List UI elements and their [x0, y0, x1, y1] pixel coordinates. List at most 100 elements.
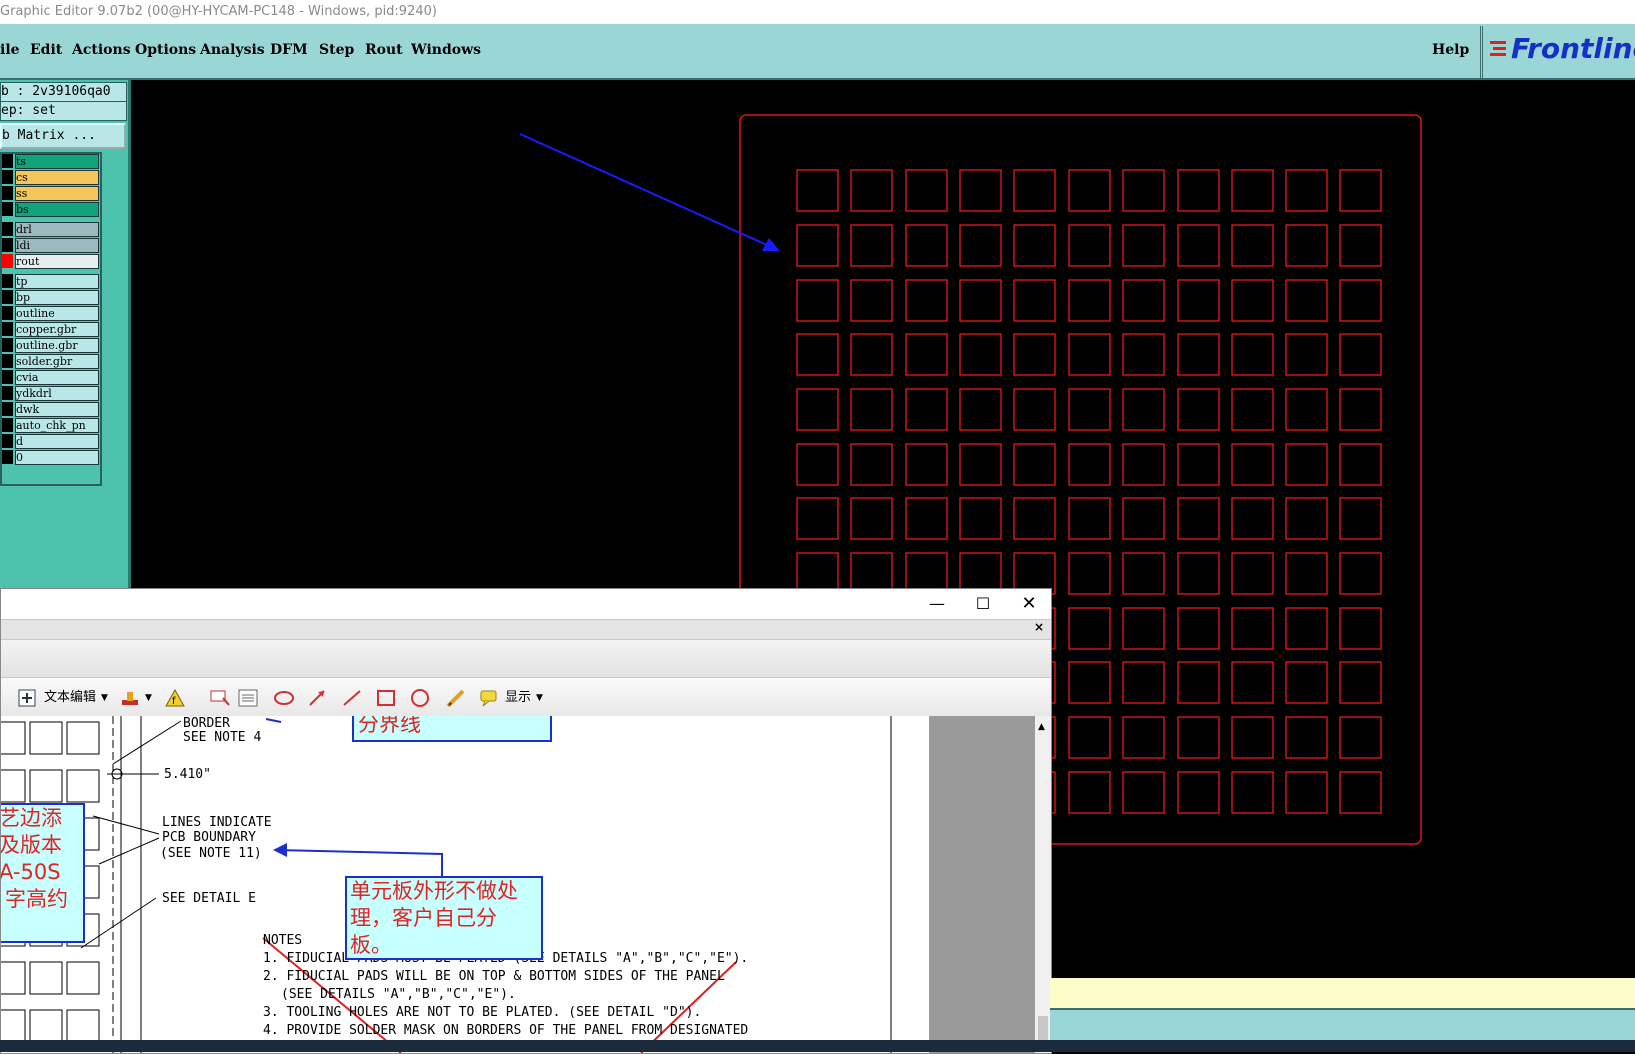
layer-marker[interactable] [2, 386, 13, 400]
textbox-icon[interactable] [237, 688, 259, 708]
close-icon[interactable]: ✕ [1007, 589, 1051, 619]
menu-step[interactable]: Step [319, 42, 354, 58]
close-doc-icon[interactable]: × [1034, 620, 1044, 634]
pcb-unit-r11-c6 [1122, 771, 1165, 814]
label-lines-indicate: LINES INDICATE [162, 815, 272, 830]
annotation-process-line-1: 艺边添 [1, 806, 62, 830]
pdf-detail-leader [80, 897, 157, 949]
pcb-unit-r3-c7 [1177, 333, 1220, 376]
arrow-tool-icon[interactable] [307, 688, 329, 708]
layer-bs[interactable]: bs [15, 202, 99, 217]
layer-cvia[interactable]: cvia [15, 370, 99, 385]
layer-ldi[interactable]: ldi [15, 238, 99, 253]
layer-marker[interactable] [2, 274, 13, 288]
text-edit-dropdown-icon[interactable]: ▼ [101, 688, 108, 708]
menu-options[interactable]: Options [135, 42, 196, 58]
layer-d[interactable]: d [15, 434, 99, 449]
pdf-vertical-scrollbar[interactable]: ▲ [1035, 716, 1051, 1053]
layer-marker[interactable] [2, 222, 13, 236]
pcb-unit-r2-c6 [1122, 279, 1165, 322]
pdf-menu-strip: × [1, 619, 1051, 640]
pcb-unit-r2-c2 [905, 279, 948, 322]
layer-copper-gbr[interactable]: copper.gbr [15, 322, 99, 337]
pcb-unit-r7-c9 [1285, 552, 1328, 595]
layer-outline[interactable]: outline [15, 306, 99, 321]
stamp-icon[interactable] [119, 688, 141, 708]
menu-windows[interactable]: Windows [411, 42, 481, 58]
layer-ss[interactable]: ss [15, 186, 99, 201]
stamp-dropdown-icon[interactable]: ▼ [145, 688, 152, 708]
cloud-icon[interactable] [273, 688, 295, 708]
menu-rout[interactable]: Rout [365, 42, 403, 58]
layer-marker[interactable] [2, 238, 13, 252]
logo-text: Frontline [1511, 32, 1635, 65]
annotation-unit-outline[interactable]: 单元板外形不做处 理，客户自己分 板。 [345, 876, 543, 960]
annotation-process-edge[interactable]: 艺边添 及版本 A-50S 字高约 [1, 803, 85, 943]
line-tool-icon[interactable] [341, 688, 363, 708]
layer-marker[interactable] [2, 202, 13, 216]
layer-cs[interactable]: cs [15, 170, 99, 185]
layer-marker[interactable] [2, 450, 13, 464]
layer-bp[interactable]: bp [15, 290, 99, 305]
pcb-unit-r2-c8 [1231, 279, 1274, 322]
layer-marker[interactable] [2, 290, 13, 304]
layer-marker[interactable] [2, 186, 13, 200]
layer-drl[interactable]: drl [15, 222, 99, 237]
comment-icon[interactable] [209, 688, 231, 708]
layer-marker[interactable] [2, 370, 13, 384]
layer-outline-gbr[interactable]: outline.gbr [15, 338, 99, 353]
menu-file[interactable]: ile [0, 42, 20, 58]
menu-analysis[interactable]: Analysis [200, 42, 265, 58]
ellipse-tool-icon[interactable] [409, 688, 431, 708]
pdf-unit-r5-c1 [29, 961, 63, 995]
measure-arrow-line [519, 133, 779, 251]
pcb-unit-r4-c10 [1339, 388, 1382, 431]
text-edit-label[interactable]: 文本编辑 [44, 688, 96, 708]
label-see-note-11: (SEE NOTE 11) [160, 846, 262, 861]
job-matrix-button[interactable]: b Matrix ... [0, 123, 126, 149]
pcb-unit-r5-c10 [1339, 443, 1382, 486]
layer-0[interactable]: 0 [15, 450, 99, 465]
pcb-unit-r0-c7 [1177, 169, 1220, 212]
show-dropdown-icon[interactable]: ▼ [536, 688, 543, 708]
layer-marker[interactable] [2, 434, 13, 448]
layer-marker[interactable] [2, 338, 13, 352]
pcb-unit-r5-c4 [1013, 443, 1056, 486]
layer-auto-chk-pn[interactable]: auto_chk_pn [15, 418, 99, 433]
layer-marker[interactable] [2, 418, 13, 432]
show-label[interactable]: 显示 [505, 688, 531, 708]
layer-solder-gbr[interactable]: solder.gbr [15, 354, 99, 369]
maximize-icon[interactable]: ☐ [961, 589, 1005, 619]
pdf-unit-r1-c0 [1, 769, 26, 803]
layer-marker[interactable] [2, 322, 13, 336]
show-comments-icon[interactable] [479, 688, 501, 708]
menu-edit[interactable]: Edit [30, 42, 62, 58]
layer-marker[interactable] [2, 402, 13, 416]
layer-marker[interactable] [2, 154, 13, 168]
pdf-border-leader [112, 720, 182, 765]
scroll-up-icon[interactable]: ▲ [1038, 722, 1045, 732]
rectangle-tool-icon[interactable] [375, 688, 397, 708]
minimize-icon[interactable]: — [915, 589, 959, 619]
layer-marker[interactable] [2, 170, 13, 184]
pdf-note-arrow [276, 849, 443, 876]
pcb-unit-r5-c5 [1068, 443, 1111, 486]
layer-marker[interactable] [2, 254, 13, 268]
window-title-bar: Graphic Editor 9.07b2 (00@HY-HYCAM-PC148… [0, 0, 1635, 24]
note-4: 4. PROVIDE SOLDER MASK ON BORDERS OF THE… [263, 1023, 749, 1038]
menu-help[interactable]: Help [1432, 42, 1469, 58]
layer-rout[interactable]: rout [15, 254, 99, 269]
menu-actions[interactable]: Actions [72, 42, 131, 58]
layer-tp[interactable]: tp [15, 274, 99, 289]
text-edit-icon[interactable] [17, 688, 39, 708]
pencil-tool-icon[interactable] [445, 688, 467, 708]
layer-marker[interactable] [2, 306, 13, 320]
layer-dwk[interactable]: dwk [15, 402, 99, 417]
layer-marker[interactable] [2, 354, 13, 368]
sign-icon[interactable]: f [164, 688, 186, 708]
layer-ydkdrl[interactable]: ydkdrl [15, 386, 99, 401]
annotation-boundary-line[interactable]: 分界线 [352, 716, 552, 742]
menu-dfm[interactable]: DFM [270, 42, 308, 58]
layer-ts[interactable]: ts [15, 154, 99, 169]
window-title: Graphic Editor 9.07b2 (00@HY-HYCAM-PC148… [0, 4, 437, 19]
